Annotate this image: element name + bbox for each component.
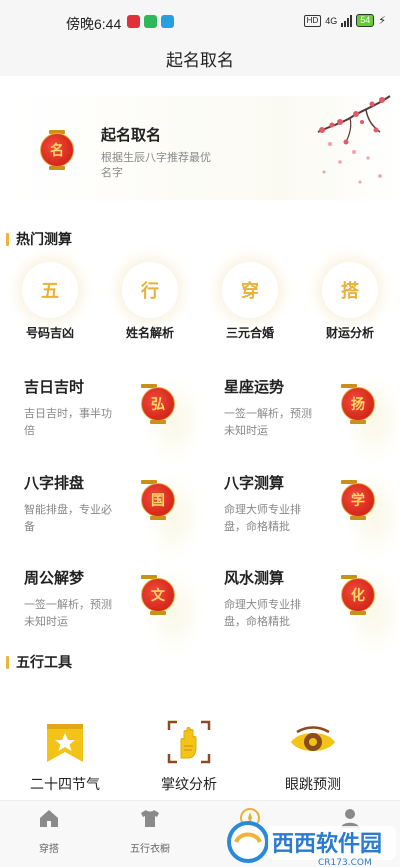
hd-badge: HD bbox=[303, 14, 322, 27]
card-title: 八字测算 bbox=[224, 475, 285, 492]
weibo-notification-icon bbox=[127, 15, 140, 28]
hot-item-label: 财运分析 bbox=[325, 326, 374, 340]
hot-section-header: 热门测算 bbox=[6, 229, 72, 249]
element-char: 穿 bbox=[222, 262, 278, 318]
tool-label: 眼跳预测 bbox=[285, 776, 341, 792]
card-description: 一签一解析，预测未知时运 bbox=[224, 408, 312, 437]
banner-description: 根据生辰八字推荐最优名字 bbox=[101, 152, 211, 179]
status-bar: 傍晚6:44 HD 4G 54 ⚡ bbox=[0, 0, 400, 46]
hot-item-label: 三元合婚 bbox=[225, 326, 274, 340]
lantern-icon: 扬 bbox=[341, 384, 375, 424]
banner-title: 起名取名 bbox=[101, 127, 162, 144]
element-char: 行 bbox=[122, 262, 178, 318]
hot-item-marriage-match[interactable]: 穿 三元合婚 bbox=[200, 258, 300, 348]
section-title: 热门测算 bbox=[16, 231, 72, 247]
element-char: 搭 bbox=[322, 262, 378, 318]
hot-item-label: 号码吉凶 bbox=[25, 326, 74, 340]
status-indicators: HD 4G 54 ⚡ bbox=[303, 14, 386, 27]
card-description: 一签一解析，预测未知时运 bbox=[24, 599, 112, 628]
lantern-icon: 名 bbox=[40, 130, 74, 170]
tool-palm-analysis[interactable]: 掌纹分析 bbox=[124, 712, 254, 797]
lantern-icon: 化 bbox=[341, 575, 375, 615]
card-title: 八字排盘 bbox=[24, 475, 85, 492]
tool-label: 二十四节气 bbox=[30, 776, 100, 792]
nav-label: 五行衣橱 bbox=[130, 844, 170, 855]
tool-eye-twitch[interactable]: 眼跳预测 bbox=[248, 712, 378, 797]
app-header: 起名取名 bbox=[0, 46, 400, 76]
status-time: 傍晚6:44 bbox=[66, 16, 122, 32]
card-title: 风水测算 bbox=[224, 570, 285, 587]
card-description: 智能排盘，专业必备 bbox=[24, 504, 112, 533]
nav-item-wardrobe[interactable]: 五行衣橱 bbox=[110, 807, 190, 855]
card-description: 命理大师专业排盘，命格精批 bbox=[224, 599, 301, 628]
palm-scan-icon bbox=[167, 720, 211, 764]
svg-text:CR173.COM: CR173.COM bbox=[318, 858, 372, 867]
card-title: 吉日吉时 bbox=[24, 379, 85, 396]
signal-icon bbox=[341, 14, 353, 27]
card-bazi-reading[interactable]: 八字测算 命理大师专业排盘，命格精批 学 bbox=[224, 472, 400, 564]
card-horoscope[interactable]: 星座运势 一签一解析，预测未知时运 扬 bbox=[224, 376, 400, 468]
card-title: 周公解梦 bbox=[24, 570, 85, 587]
tool-solar-terms[interactable]: 二十四节气 bbox=[0, 712, 130, 797]
hot-item-name-analysis[interactable]: 行 姓名解析 bbox=[100, 258, 200, 348]
lantern-icon: 文 bbox=[141, 575, 175, 615]
hot-item-label: 姓名解析 bbox=[125, 326, 174, 340]
solar-term-bookmark-icon bbox=[47, 724, 83, 762]
network-type: 4G bbox=[325, 15, 338, 26]
upload-notification-icon bbox=[161, 15, 174, 28]
lantern-icon: 学 bbox=[341, 480, 375, 520]
charging-icon: ⚡ bbox=[378, 15, 386, 27]
home-icon bbox=[40, 810, 58, 827]
card-title: 星座运势 bbox=[224, 379, 285, 396]
lantern-icon: 国 bbox=[141, 480, 175, 520]
tools-section-header: 五行工具 bbox=[6, 652, 72, 672]
section-title: 五行工具 bbox=[16, 654, 72, 670]
card-description: 命理大师专业排盘，命格精批 bbox=[224, 504, 301, 533]
eye-icon bbox=[291, 726, 335, 751]
element-char: 五 bbox=[22, 262, 78, 318]
card-bazi-chart[interactable]: 八字排盘 智能排盘，专业必备 国 bbox=[24, 472, 204, 564]
svg-text:西西软件园: 西西软件园 bbox=[272, 831, 382, 857]
card-description: 吉日吉时，事半功倍 bbox=[24, 408, 112, 437]
card-fengshui[interactable]: 风水测算 命理大师专业排盘，命格精批 化 bbox=[224, 567, 400, 659]
battery-icon: 54 bbox=[356, 14, 375, 27]
tool-label: 掌纹分析 bbox=[161, 776, 217, 792]
message-notification-icon bbox=[144, 15, 157, 28]
card-auspicious-day[interactable]: 吉日吉时 吉日吉时，事半功倍 弘 bbox=[24, 376, 204, 468]
page-title: 起名取名 bbox=[166, 51, 234, 70]
xixi-watermark-logo: 西西软件园 CR173.COM bbox=[227, 821, 396, 867]
lantern-icon: 弘 bbox=[141, 384, 175, 424]
hot-item-number-fortune[interactable]: 五 号码吉凶 bbox=[0, 258, 100, 348]
nav-label: 穿搭 bbox=[39, 844, 59, 855]
tshirt-icon bbox=[141, 810, 159, 827]
hot-item-wealth-analysis[interactable]: 搭 财运分析 bbox=[300, 258, 400, 348]
nav-item-outfit[interactable]: 穿搭 bbox=[9, 807, 89, 855]
plum-blossom-decoration bbox=[317, 95, 391, 184]
card-dream-interpretation[interactable]: 周公解梦 一签一解析，预测未知时运 文 bbox=[24, 567, 204, 659]
